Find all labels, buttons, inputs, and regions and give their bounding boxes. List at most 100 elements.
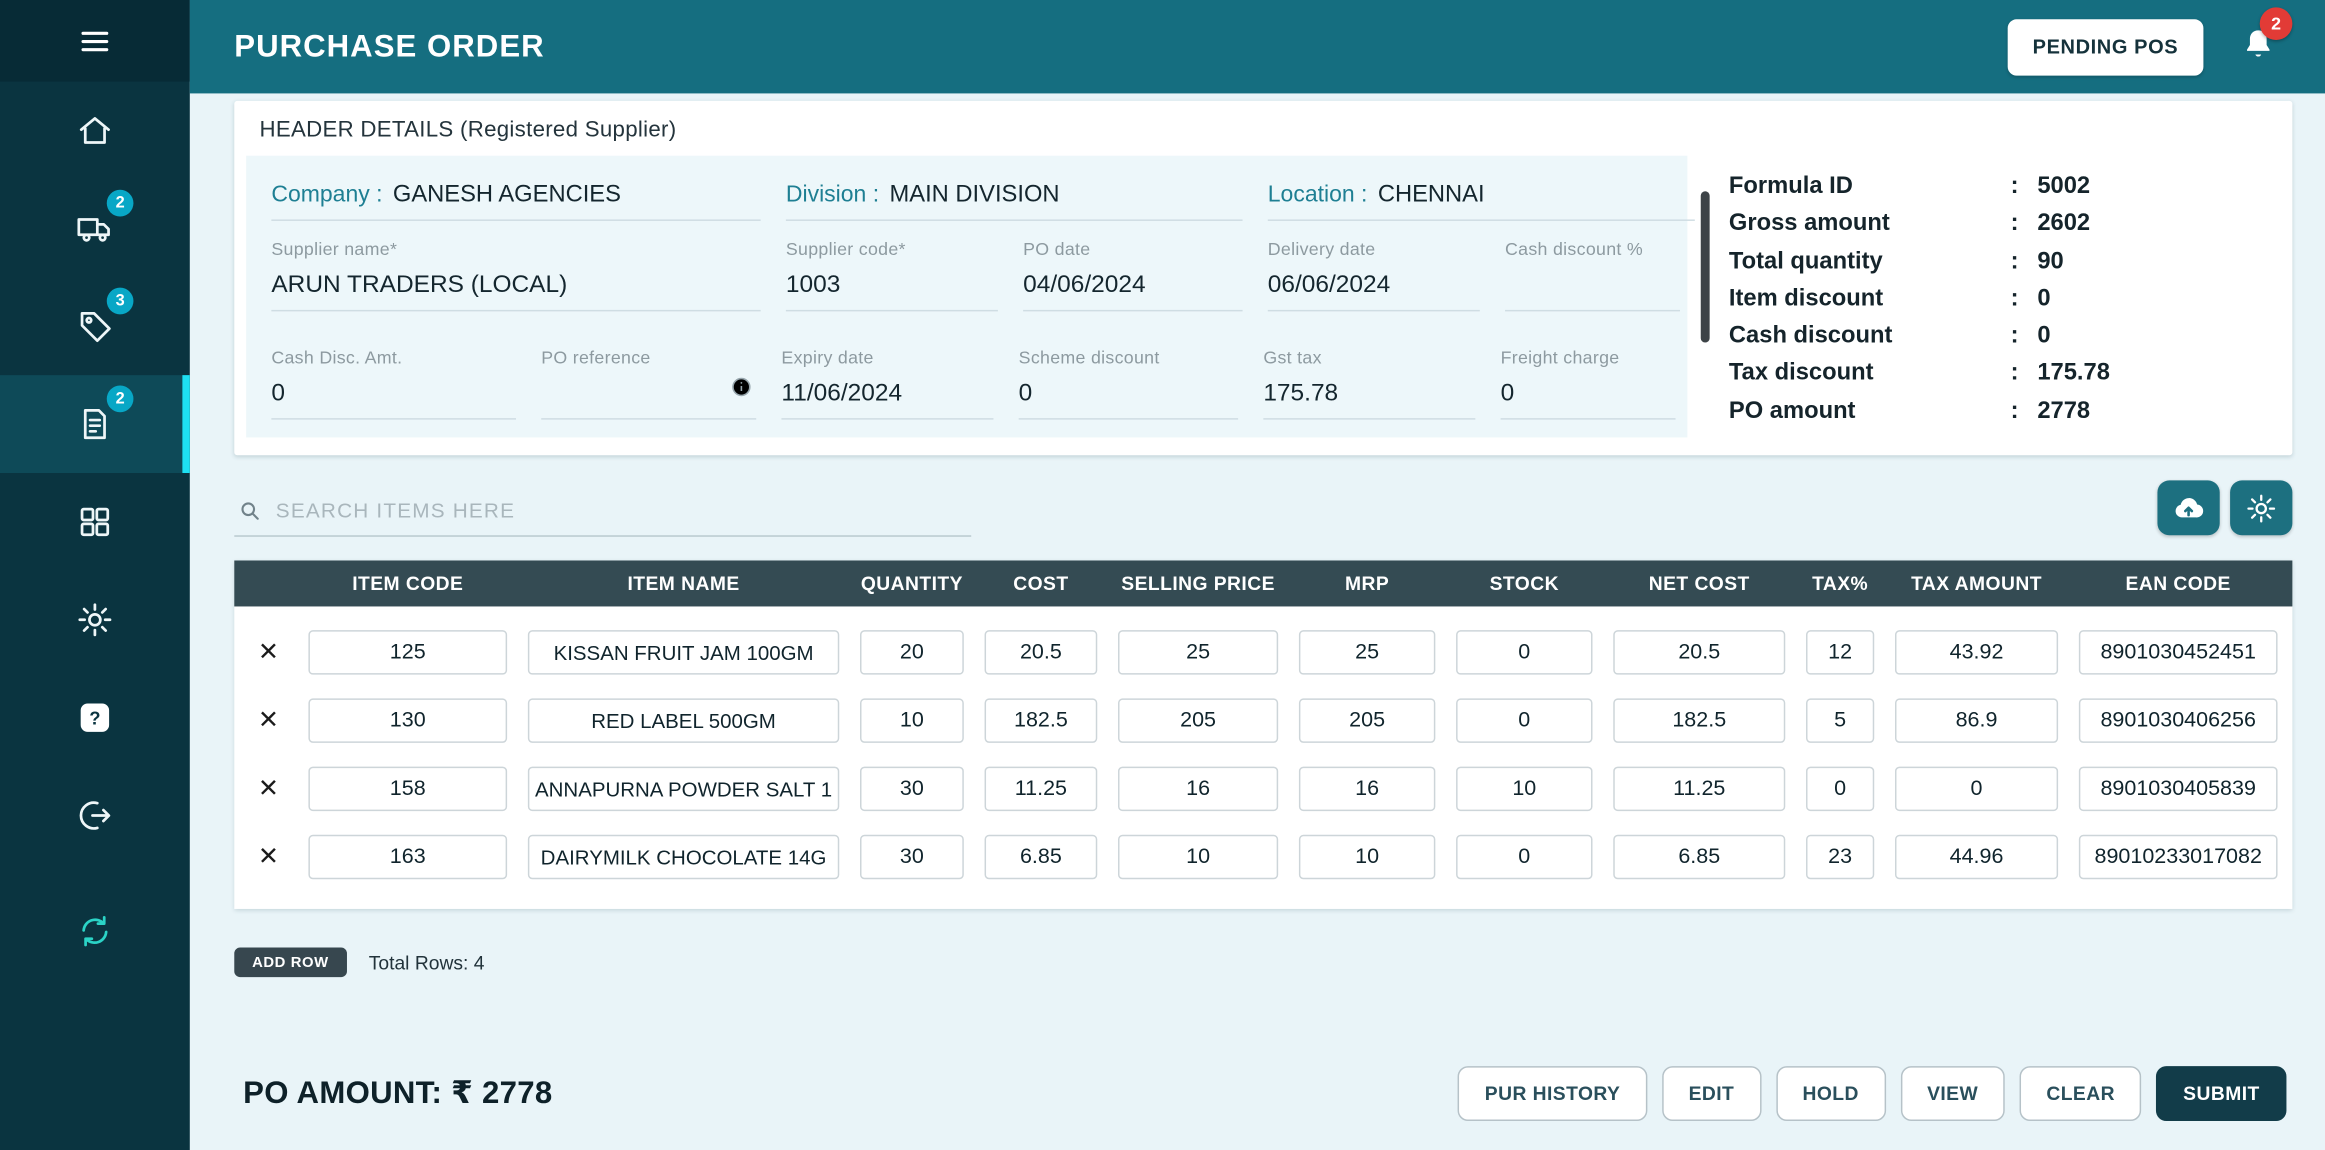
sidebar-item-delivery[interactable]: 2 (0, 179, 190, 277)
cell-selling-price[interactable] (1118, 834, 1279, 880)
field-value[interactable]: 06/06/2024 (1267, 271, 1480, 312)
cell-item-name[interactable] (527, 698, 840, 743)
location-label: Location : (1267, 181, 1368, 207)
cell-item-name[interactable] (527, 630, 840, 675)
cell-item-code[interactable] (308, 630, 508, 675)
cell-cost[interactable] (984, 834, 1098, 880)
pending-pos-button[interactable]: PENDING POS (2007, 18, 2204, 75)
view-button[interactable]: VIEW (1900, 1065, 2005, 1121)
notifications-button[interactable]: 2 (2239, 7, 2293, 68)
sidebar-item-modules[interactable] (0, 473, 190, 571)
menu-button[interactable] (0, 0, 190, 82)
table-settings-button[interactable] (2230, 480, 2293, 536)
field-value[interactable]: ARUN TRADERS (LOCAL) (271, 271, 761, 312)
cell-mrp[interactable] (1298, 698, 1436, 743)
sidebar-item-logout[interactable] (0, 767, 190, 865)
cell-ean-code[interactable] (2078, 834, 2278, 880)
grid-icon (76, 503, 115, 542)
sidebar-item-purchase-order[interactable]: 2 (0, 375, 190, 474)
cell-net-cost[interactable] (1613, 834, 1786, 880)
summary-value: 2602 (2037, 210, 2091, 237)
cell-net-cost[interactable] (1613, 766, 1786, 812)
cell-item-code[interactable] (308, 766, 508, 812)
cell-net-cost[interactable] (1613, 698, 1786, 743)
edit-button[interactable]: EDIT (1661, 1065, 1761, 1121)
field-value[interactable]: 04/06/2024 (1023, 271, 1243, 312)
delete-row-button[interactable]: ✕ (239, 842, 298, 872)
company-field[interactable]: Company : GANESH AGENCIES (271, 171, 761, 221)
cell-item-name[interactable] (527, 834, 840, 880)
cell-quantity[interactable] (860, 630, 964, 675)
cell-ean-code[interactable] (2078, 630, 2278, 675)
cell-tax-pct[interactable] (1806, 698, 1875, 743)
field-value[interactable] (541, 380, 757, 420)
company-label: Company : (271, 181, 383, 207)
cell-ean-code[interactable] (2078, 698, 2278, 743)
cell-cost[interactable] (984, 766, 1098, 812)
clear-button[interactable]: CLEAR (2019, 1065, 2142, 1121)
cell-net-cost[interactable] (1613, 630, 1786, 675)
cell-cost[interactable] (984, 698, 1098, 743)
cell-tax-amount[interactable] (1894, 630, 2059, 675)
cell-quantity[interactable] (860, 698, 964, 743)
cell-quantity[interactable] (860, 834, 964, 880)
submit-button[interactable]: SUBMIT (2156, 1065, 2287, 1121)
field-gst-tax: Gst tax 175.78 (1263, 347, 1476, 420)
cell-tax-amount[interactable] (1894, 698, 2059, 743)
scrollbar-thumb[interactable] (1700, 191, 1710, 343)
delete-row-button[interactable]: ✕ (239, 638, 298, 668)
field-value[interactable]: 0 (271, 380, 517, 420)
sidebar-item-help[interactable]: ? (0, 669, 190, 767)
cell-stock[interactable] (1456, 834, 1593, 880)
po-amount-total: PO AMOUNT: ₹ 2778 (243, 1076, 553, 1111)
location-field[interactable]: Location : CHENNAI (1267, 171, 1695, 221)
sidebar-item-sync[interactable] (0, 882, 190, 980)
cell-item-code[interactable] (308, 698, 508, 743)
cell-item-name[interactable] (527, 766, 840, 812)
app-root: 2 3 2? PURCHASE ORDER PENDING POS 2 HEADER… (0, 0, 2325, 1150)
sidebar-item-settings[interactable] (0, 571, 190, 669)
upload-button[interactable] (2157, 480, 2220, 536)
cell-stock[interactable] (1456, 766, 1593, 812)
cell-mrp[interactable] (1298, 766, 1436, 812)
summary-value: 5002 (2037, 173, 2091, 199)
field-value[interactable]: 0 (1500, 380, 1676, 420)
field-value[interactable]: 1003 (785, 271, 998, 312)
cell-quantity[interactable] (860, 766, 964, 812)
cell-selling-price[interactable] (1118, 698, 1279, 743)
field-po-reference: PO reference (541, 347, 757, 420)
hold-button[interactable]: HOLD (1775, 1065, 1886, 1121)
cell-tax-pct[interactable] (1806, 630, 1875, 675)
header-details-card: HEADER DETAILS (Registered Supplier) Com… (234, 100, 2293, 456)
field-value[interactable] (1505, 271, 1680, 312)
cell-cost[interactable] (984, 630, 1098, 675)
field-label: PO date (1023, 238, 1091, 260)
cell-item-code[interactable] (308, 834, 508, 880)
sidebar-item-home[interactable] (0, 82, 190, 180)
delete-row-button[interactable]: ✕ (239, 774, 298, 804)
cell-selling-price[interactable] (1118, 630, 1279, 675)
division-field[interactable]: Division : MAIN DIVISION (785, 171, 1243, 221)
pur-history-button[interactable]: PUR HISTORY (1458, 1065, 1648, 1121)
add-row-button[interactable]: ADD ROW (234, 947, 347, 978)
cell-selling-price[interactable] (1118, 766, 1279, 812)
cell-tax-pct[interactable] (1806, 766, 1875, 812)
delete-row-button[interactable]: ✕ (239, 706, 298, 736)
summary-scrollbar[interactable] (1687, 156, 1723, 438)
sidebar-item-orders[interactable]: 3 (0, 277, 190, 375)
search-input[interactable] (234, 492, 972, 537)
cell-tax-amount[interactable] (1894, 766, 2059, 812)
cell-mrp[interactable] (1298, 834, 1436, 880)
cell-stock[interactable] (1456, 698, 1593, 743)
cell-ean-code[interactable] (2078, 766, 2278, 812)
summary-formula-id: Formula ID:5002 (1728, 173, 2091, 199)
cell-stock[interactable] (1456, 630, 1593, 675)
cell-tax-amount[interactable] (1894, 834, 2059, 880)
field-value[interactable]: 0 (1018, 380, 1239, 420)
svg-text:?: ? (89, 708, 100, 729)
items-table: ITEM CODE ITEM NAME QUANTITY COST SELLING PR… (234, 560, 2293, 909)
cell-tax-pct[interactable] (1806, 834, 1875, 880)
cell-mrp[interactable] (1298, 630, 1436, 675)
field-value[interactable]: 175.78 (1263, 380, 1476, 420)
field-value[interactable]: 11/06/2024 (781, 380, 994, 420)
